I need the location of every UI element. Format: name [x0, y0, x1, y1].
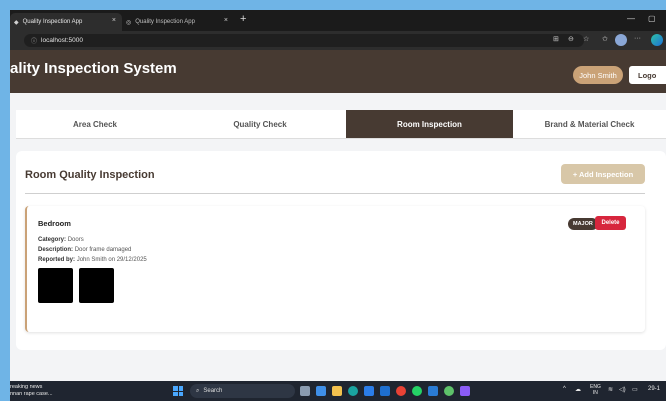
- taskbar: reaking news nnan rape case... ⌕ Search …: [10, 381, 666, 401]
- category-value: Doors: [67, 237, 84, 243]
- reported-value: John Smith on 29/12/2025: [76, 257, 147, 263]
- app-content: ality Inspection System John Smith Logo …: [10, 50, 666, 390]
- description-field: Description: Door frame damaged: [38, 247, 131, 253]
- widgets-icon[interactable]: [316, 386, 326, 396]
- browser-tab-title: Quality Inspection App: [22, 19, 83, 25]
- app-title: ality Inspection System: [10, 60, 177, 77]
- wifi-icon[interactable]: ≋: [608, 386, 613, 393]
- language-bottom: IN: [592, 390, 598, 396]
- app-header: ality Inspection System John Smith Logo: [10, 50, 666, 93]
- divider: [25, 193, 645, 194]
- browser-tab-active[interactable]: ◆ Quality Inspection App ×: [10, 13, 122, 31]
- edge-icon[interactable]: [348, 386, 358, 396]
- store-icon[interactable]: [364, 386, 374, 396]
- inspection-item: Bedroom MAJOR Delete Category: Doors Des…: [25, 206, 645, 332]
- tab-quality-check[interactable]: Quality Check: [174, 110, 346, 139]
- volume-icon[interactable]: ◁): [619, 386, 626, 393]
- info-icon[interactable]: ⓘ: [31, 36, 37, 45]
- chrome-icon[interactable]: [396, 386, 406, 396]
- browser-window: ◆ Quality Inspection App × ◎ Quality Ins…: [10, 10, 666, 401]
- favorite-icon[interactable]: ☆: [583, 35, 589, 43]
- room-name: Bedroom: [38, 219, 71, 228]
- cloud-icon[interactable]: ☁: [575, 386, 581, 393]
- category-field: Category: Doors: [38, 237, 84, 243]
- reported-field: Reported by: John Smith on 29/12/2025: [38, 257, 147, 263]
- category-label: Category:: [38, 237, 67, 243]
- more-icon[interactable]: ···: [634, 35, 641, 42]
- news-widget[interactable]: reaking news nnan rape case...: [10, 384, 53, 398]
- close-tab-icon[interactable]: ×: [112, 17, 116, 24]
- zoom-icon[interactable]: ⊖: [568, 35, 574, 43]
- search-icon: ⌕: [196, 387, 200, 394]
- tab-room-inspection[interactable]: Room Inspection: [346, 110, 513, 139]
- whatsapp-icon[interactable]: [412, 386, 422, 396]
- address-bar: ⓘ localhost:5000 ⊞ ⊖ ☆ ✩ ···: [10, 31, 666, 50]
- url-text: localhost:5000: [41, 37, 83, 44]
- severity-badge: MAJOR: [568, 218, 598, 230]
- favorites-icon[interactable]: ✩: [602, 35, 608, 43]
- description-label: Description:: [38, 247, 74, 253]
- photo-thumbnail[interactable]: [38, 268, 73, 303]
- search-label: Search: [203, 388, 223, 394]
- inspection-panel: Room Quality Inspection + Add Inspection…: [16, 151, 666, 350]
- news-subtitle: nnan rape case...: [10, 391, 53, 397]
- task-view-icon[interactable]: [300, 386, 310, 396]
- clock[interactable]: 29-1: [648, 386, 660, 392]
- windows-start-icon[interactable]: [173, 386, 183, 396]
- reported-label: Reported by:: [38, 257, 76, 263]
- inspection-tabs: Area Check Quality Check Room Inspection…: [16, 110, 666, 139]
- user-button[interactable]: John Smith: [573, 66, 623, 84]
- new-tab-button[interactable]: +: [240, 14, 246, 25]
- close-tab-icon[interactable]: ×: [224, 17, 228, 24]
- battery-icon[interactable]: ▭: [632, 386, 638, 393]
- file-explorer-icon[interactable]: [332, 386, 342, 396]
- language-indicator[interactable]: ENG IN: [590, 384, 601, 396]
- profile-avatar[interactable]: [615, 34, 627, 46]
- mail-icon[interactable]: [380, 386, 390, 396]
- taskbar-search[interactable]: ⌕ Search: [190, 384, 295, 398]
- page-icon: ◆: [14, 19, 19, 26]
- vscode-icon[interactable]: [428, 386, 438, 396]
- browser-tab-title: Quality Inspection App: [135, 19, 195, 25]
- url-field[interactable]: ⓘ localhost:5000: [24, 34, 584, 47]
- reader-icon[interactable]: ⊞: [553, 35, 559, 43]
- section-title: Room Quality Inspection: [25, 169, 155, 181]
- teams-icon[interactable]: [460, 386, 470, 396]
- app-icon[interactable]: [444, 386, 454, 396]
- tab-area-check[interactable]: Area Check: [16, 110, 174, 139]
- restore-icon[interactable]: ▢: [648, 14, 656, 23]
- delete-button[interactable]: Delete: [595, 216, 626, 230]
- browser-tab-inactive[interactable]: ◎ Quality Inspection App ×: [122, 13, 234, 31]
- description-value: Door frame damaged: [74, 247, 132, 253]
- logout-button[interactable]: Logo: [629, 66, 666, 84]
- tab-brand-material-check[interactable]: Brand & Material Check: [513, 110, 666, 139]
- add-inspection-button[interactable]: + Add Inspection: [561, 164, 645, 184]
- copilot-icon[interactable]: [651, 34, 663, 46]
- tab-strip: ◆ Quality Inspection App × ◎ Quality Ins…: [10, 10, 666, 31]
- news-title: reaking news: [10, 384, 43, 390]
- globe-icon: ◎: [126, 19, 132, 26]
- photo-thumbnail[interactable]: [79, 268, 114, 303]
- minimize-icon[interactable]: —: [627, 14, 635, 23]
- chevron-up-icon[interactable]: ^: [563, 386, 566, 392]
